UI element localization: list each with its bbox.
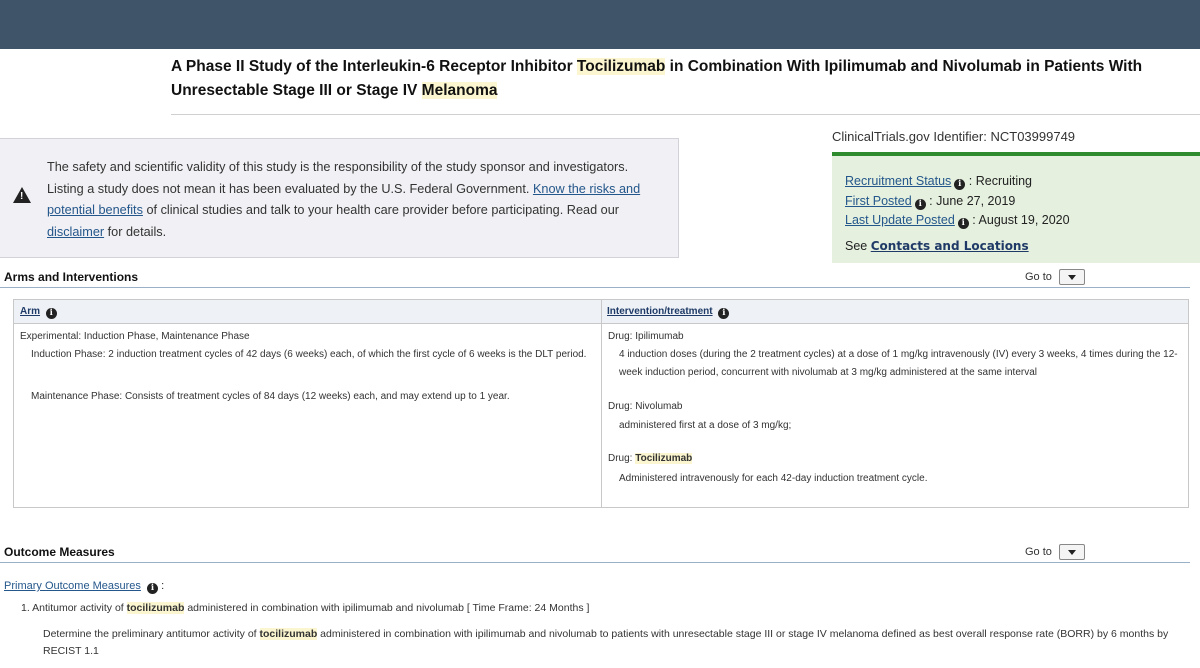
outcome-desc-text: Determine the preliminary antitumor acti… — [43, 628, 260, 640]
primary-outcome-link[interactable]: Primary Outcome Measures — [4, 580, 141, 592]
info-icon[interactable]: i — [954, 179, 966, 190]
drug-nivolumab-label: Drug: Nivolumab — [608, 401, 683, 412]
arm-column-link[interactable]: Arm — [20, 306, 40, 317]
drug-tocilizumab-desc: Administered intravenously for each 42-d… — [619, 473, 928, 484]
contacts-row: See Contacts and Locations — [845, 237, 1200, 257]
info-icon[interactable]: i — [957, 218, 969, 229]
see-text: See — [845, 238, 868, 253]
title-divider — [171, 114, 1200, 115]
info-icon[interactable]: i — [147, 583, 158, 594]
warning-icon: ! — [13, 187, 31, 203]
title-highlight-condition: Melanoma — [421, 82, 498, 99]
drug-tocilizumab-label: Drug: Tocilizumab — [608, 450, 693, 468]
disclaimer-link[interactable]: disclaimer — [47, 225, 104, 239]
title-text: A Phase II Study of the Interleukin-6 Re… — [171, 58, 577, 75]
drug-nivolumab-desc: administered first at a dose of 3 mg/kg; — [619, 420, 792, 431]
disclaimer-text-part: of clinical studies and talk to your hea… — [142, 203, 619, 217]
contacts-locations-link[interactable]: Contacts and Locations — [871, 239, 1029, 253]
outcome-item: 1. Antitumor activity of tocilizumab adm… — [21, 602, 589, 614]
identifier-value: NCT03999749 — [990, 129, 1076, 144]
arm-column-header: Arm i — [14, 300, 601, 323]
drug-tocilizumab-highlight: Tocilizumab — [635, 453, 693, 464]
arms-table: Arm i Intervention/treatment i Experimen… — [13, 299, 1189, 508]
info-icon[interactable]: i — [718, 308, 730, 319]
chevron-down-icon — [1067, 275, 1076, 280]
outcome-item-text: administered in combination with ipilimu… — [184, 602, 590, 614]
outcome-description: Determine the preliminary antitumor acti… — [43, 626, 1193, 660]
last-update-link[interactable]: Last Update Posted — [845, 213, 955, 227]
study-identifier: ClinicalTrials.gov Identifier: NCT039997… — [832, 129, 1075, 144]
info-icon[interactable]: i — [914, 198, 926, 210]
outcome-goto: Go to — [1025, 544, 1085, 560]
disclaimer-box: ! The safety and scientific validity of … — [0, 138, 679, 258]
recruitment-status-link[interactable]: Recruitment Status — [845, 174, 951, 188]
section-divider — [0, 287, 1190, 288]
drug-prefix: Drug: — [608, 453, 636, 464]
disclaimer-text: The safety and scientific validity of th… — [47, 157, 658, 243]
drug-ipilimumab-desc: 4 induction doses (during the 2 treatmen… — [619, 349, 1178, 378]
top-navigation-bar — [0, 0, 1200, 49]
primary-outcome-colon: : — [161, 580, 165, 592]
intervention-column-link[interactable]: Intervention/treatment — [607, 306, 713, 317]
last-update-value: : August 19, 2020 — [972, 213, 1070, 227]
recruitment-status-value: : Recruiting — [968, 174, 1033, 188]
arm-maintenance-phase: Maintenance Phase: Consists of treatment… — [31, 391, 510, 402]
drug-ipilimumab-label: Drug: Ipilimumab — [608, 331, 684, 342]
disclaimer-text-part: for details. — [104, 224, 167, 239]
goto-dropdown-button[interactable] — [1058, 269, 1085, 285]
info-icon[interactable]: i — [45, 308, 57, 319]
column-divider — [601, 300, 602, 507]
goto-label: Go to — [1025, 270, 1052, 283]
last-update-row: Last Update Posted i : August 19, 2020 — [845, 211, 1200, 231]
arms-section-heading: Arms and Interventions — [4, 270, 139, 284]
arms-goto: Go to — [1025, 269, 1085, 285]
arm-induction-phase: Induction Phase: 2 induction treatment c… — [31, 349, 587, 360]
arm-title: Experimental: Induction Phase, Maintenan… — [20, 331, 250, 342]
page-title: A Phase II Study of the Interleukin-6 Re… — [171, 55, 1196, 103]
goto-dropdown-button[interactable] — [1058, 544, 1085, 560]
first-posted-link[interactable]: First Posted — [845, 194, 912, 208]
chevron-down-icon — [1067, 550, 1076, 555]
section-divider — [0, 562, 1190, 563]
goto-label: Go to — [1025, 545, 1052, 558]
first-posted-row: First Posted i : June 27, 2019 — [845, 192, 1200, 212]
status-box: Recruitment Status i : Recruiting First P… — [832, 152, 1200, 263]
outcome-item-highlight: tocilizumab — [126, 602, 185, 614]
intervention-column-header: Intervention/treatment i — [601, 300, 735, 323]
outcome-section-heading: Outcome Measures — [4, 545, 115, 559]
identifier-label: ClinicalTrials.gov Identifier: — [832, 129, 987, 144]
title-highlight-drug: Tocilizumab — [576, 58, 666, 75]
recruitment-status-row: Recruitment Status i : Recruiting — [845, 172, 1200, 192]
first-posted-value: : June 27, 2019 — [929, 193, 1016, 208]
outcome-item-text: 1. Antitumor activity of — [21, 602, 127, 614]
primary-outcome-label: Primary Outcome Measures i : — [4, 580, 164, 594]
outcome-desc-highlight: tocilizumab — [259, 628, 318, 640]
